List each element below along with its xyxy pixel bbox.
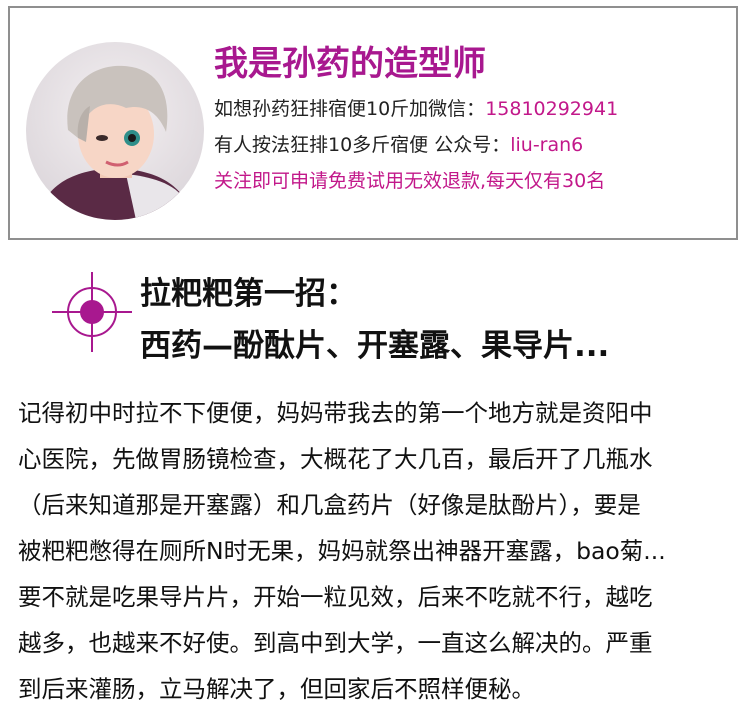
body-line: （后来知道那是开塞露）和几盒药片（好像是肽酚片），要是: [18, 491, 641, 519]
section-heading-line-1: 拉粑粑第一招：: [140, 276, 357, 312]
official-account-id[interactable]: liu-ran6: [510, 134, 583, 156]
profile-card: 我是孙药的造型师 如想孙药狂排宿便10斤加微信：15810292941 有人按法…: [8, 6, 738, 240]
wechat-label: 如想孙药狂排宿便10斤加微信：: [214, 98, 486, 120]
body-line: 越多，也越来不好使。到高中到大学，一直这么解决的。严重: [18, 629, 653, 657]
official-account-line: 有人按法狂排10多斤宿便 公众号：liu-ran6: [214, 132, 734, 158]
wechat-number[interactable]: 15810292941: [485, 98, 618, 120]
section-header: 拉粑粑第一招： 西药—酚酞片、开塞露、果导片...: [0, 262, 750, 382]
user-avatar-photo-icon: [26, 42, 204, 220]
article-body: 记得初中时拉不下便便，妈妈带我去的第一个地方就是资阳中 心医院，先做胃肠镜检查，…: [18, 390, 738, 712]
avatar: [26, 42, 204, 220]
body-line: 心医院，先做胃肠镜检查，大概花了大几百，最后开了几瓶水: [18, 445, 653, 473]
profile-text: 我是孙药的造型师 如想孙药狂排宿便10斤加微信：15810292941 有人按法…: [214, 42, 734, 194]
section-heading-line-2: 西药—酚酞片、开塞露、果导片...: [140, 328, 610, 364]
profile-title: 我是孙药的造型师: [214, 44, 486, 84]
target-crosshair-icon: [52, 272, 132, 352]
wechat-line: 如想孙药狂排宿便10斤加微信：15810292941: [214, 96, 734, 122]
official-account-label: 有人按法狂排10多斤宿便 公众号：: [214, 134, 511, 156]
body-line: 要不就是吃果导片片，开始一粒见效，后来不吃就不行，越吃: [18, 583, 653, 611]
body-line: 记得初中时拉不下便便，妈妈带我去的第一个地方就是资阳中: [18, 399, 653, 427]
body-line: 到后来灌肠，立马解决了，但回家后不照样便秘。: [18, 675, 535, 703]
trial-notice: 关注即可申请免费试用无效退款,每天仅有30名: [214, 170, 606, 192]
body-line: 被粑粑憋得在厕所N时无果，妈妈就祭出神器开塞露，bao菊...: [18, 537, 666, 565]
